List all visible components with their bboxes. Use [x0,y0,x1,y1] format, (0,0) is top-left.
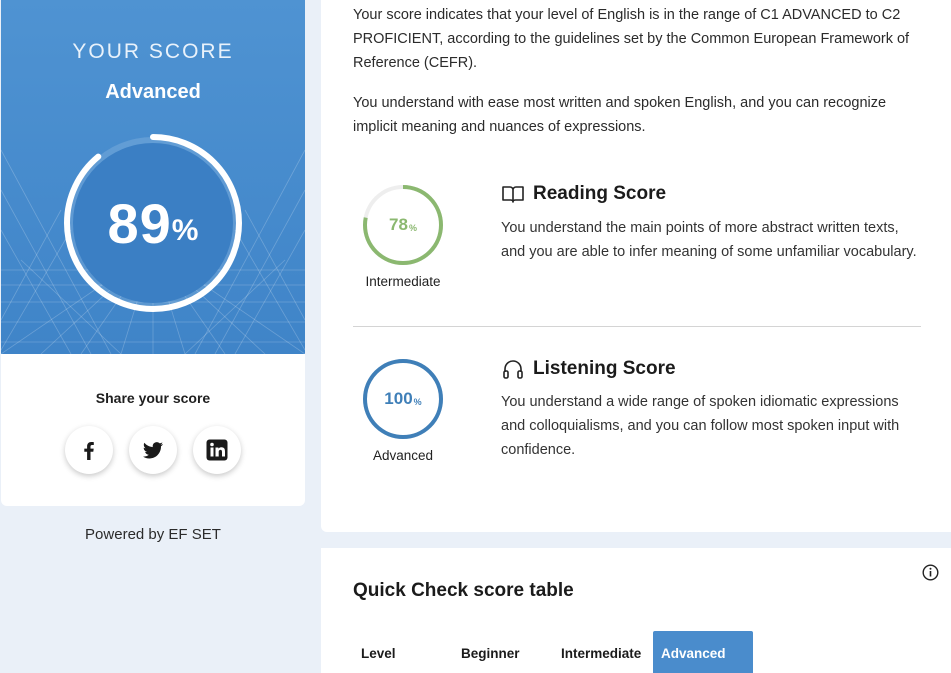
powered-by-text: Powered by EF SET [85,526,221,543]
score-label: YOUR SCORE [72,40,234,63]
reading-heading: Reading Score [501,183,666,205]
facebook-icon [84,442,94,460]
score-table-card: Quick Check score table Level Beginner I… [321,548,951,673]
reading-score-number: 78 [389,215,408,234]
score-card: YOUR SCORE Advanced 89 % Share your scor… [1,0,305,506]
info-icon[interactable] [922,564,939,581]
score-hero: YOUR SCORE Advanced 89 % [1,0,305,354]
overall-score-unit: % [171,214,199,247]
table-header-beginner[interactable]: Beginner [453,631,553,673]
reading-score-value: 78% [361,183,445,267]
table-header-intermediate[interactable]: Intermediate [553,631,653,673]
score-level: Advanced [105,81,201,103]
score-table-title: Quick Check score table [353,580,574,601]
reading-level: Intermediate [365,274,441,289]
linkedin-share-button[interactable] [193,426,241,474]
overall-score-value: 89 % [61,131,245,315]
table-header-advanced[interactable]: Advanced [653,631,753,673]
reading-title: Reading Score [533,183,667,204]
intro-paragraph: Your score indicates that your level of … [353,7,910,71]
score-description: Your score indicates that your level of … [353,3,933,139]
listening-title: Listening Score [533,358,676,379]
reading-description: You understand the main points of more a… [501,220,917,260]
listening-description: You understand a wide range of spoken id… [501,394,900,458]
listening-heading: Listening Score [501,357,676,381]
table-header-level: Level [361,645,396,661]
linkedin-icon [206,439,228,461]
reading-score-section: 78% Intermediate Reading Score You under… [353,183,923,303]
section-divider [353,326,921,327]
book-icon [502,186,524,203]
listening-level: Advanced [372,448,434,463]
listening-score-value: 100% [361,357,445,441]
listening-score-unit: % [413,397,422,407]
share-title: Share your score [95,390,211,406]
listening-score-section: 100% Advanced Listening Score You unders… [353,357,923,477]
reading-score-unit: % [408,223,417,233]
overall-score-number: 89 [107,191,172,255]
results-card: Your score indicates that your level of … [321,0,951,532]
intro-paragraph: You understand with ease most written an… [353,95,887,135]
twitter-share-button[interactable] [129,426,177,474]
twitter-icon [143,442,163,459]
listening-score-number: 100 [384,389,413,408]
headphones-icon [503,360,523,379]
facebook-share-button[interactable] [65,426,113,474]
